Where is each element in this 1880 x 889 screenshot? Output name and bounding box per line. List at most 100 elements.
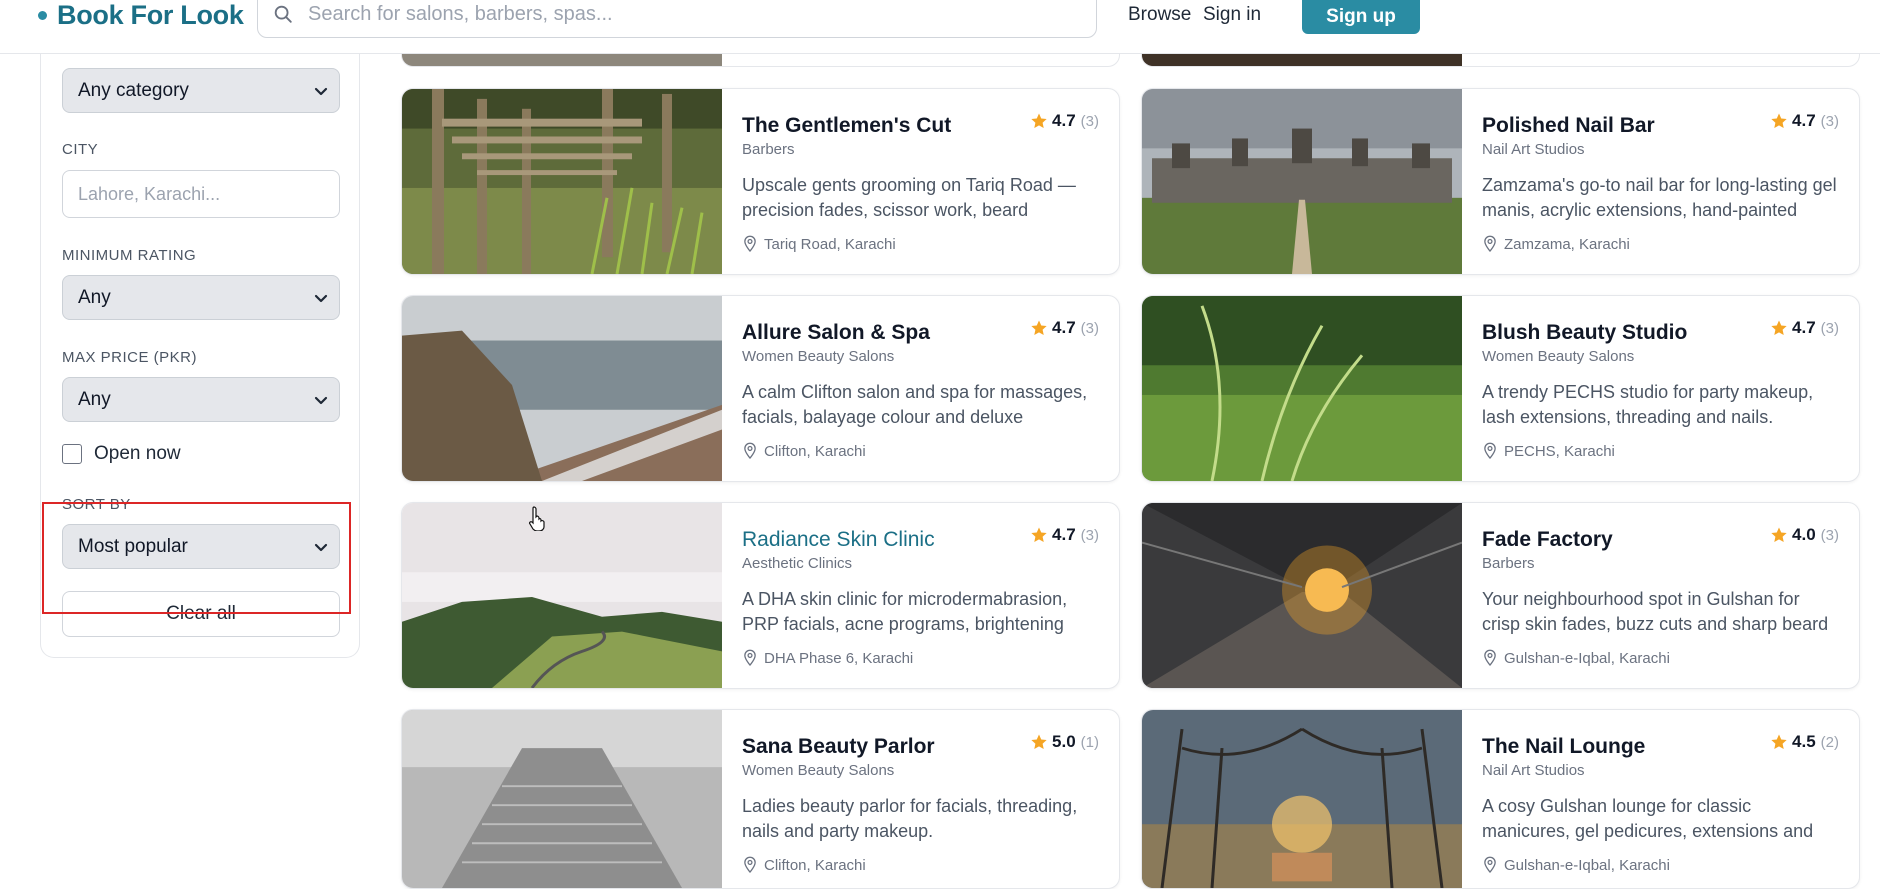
listing-description: A trendy PECHS studio for party makeup, … [1482,382,1814,427]
rating-value: 4.0 [1792,525,1816,544]
rating-count: (3) [1080,112,1099,130]
category-select[interactable]: Any category [62,68,340,113]
open-now-toggle[interactable]: Open now [62,443,181,465]
location-pin-icon [742,856,758,874]
chevron-down-icon [313,539,329,555]
listing-location-text: DHA Phase 6, Karachi [764,649,914,667]
star-icon [1770,526,1788,544]
listing-rating: 4.7 (3) [1030,111,1099,131]
listing-location: Gulshan-e-Iqbal, Karachi [1482,649,1670,667]
max-price-label: MAX PRICE (PKR) [62,349,198,366]
rating-count: (3) [1080,319,1099,337]
search-input[interactable] [308,2,1068,26]
chevron-down-icon [313,83,329,99]
listing-rating: 5.0 (1) [1030,732,1099,752]
city-label: CITY [62,141,99,158]
rating-count: (1) [1080,733,1099,751]
rating-value: 4.7 [1052,525,1076,544]
nav-browse-link[interactable]: Browse [1128,4,1191,26]
listing-category: Women Beauty Salons [742,762,895,779]
listing-card[interactable]: The Nail Lounge Nail Art Studios A cosy … [1141,709,1860,889]
listing-rating: 4.7 (3) [1030,525,1099,545]
logo[interactable]: Book For Look [38,0,244,30]
min-rating-value: Any [78,286,111,308]
listing-location-text: Clifton, Karachi [764,442,866,460]
star-icon [1030,733,1048,751]
listing-card[interactable]: Sana Beauty Parlor Women Beauty Salons L… [401,709,1120,889]
star-icon [1770,319,1788,337]
sort-select[interactable]: Most popular [62,524,340,569]
min-rating-select[interactable]: Any [62,275,340,320]
listing-category: Nail Art Studios [1482,762,1585,779]
grass-photo [1142,296,1462,481]
signup-button[interactable]: Sign up [1302,0,1420,34]
listing-location: Clifton, Karachi [742,856,866,874]
listing-location-text: Gulshan-e-Iqbal, Karachi [1504,856,1670,874]
listing-card[interactable]: The Gentlemen's Cut Barbers Upscale gent… [401,88,1120,275]
hand-cursor-icon [529,506,545,531]
max-price-value: Any [78,388,111,410]
listing-location: Clifton, Karachi [742,442,866,460]
listing-location: Tariq Road, Karachi [742,235,896,253]
listing-category: Women Beauty Salons [1482,348,1635,365]
rating-value: 5.0 [1052,732,1076,751]
rating-value: 4.7 [1792,111,1816,130]
star-icon [1770,112,1788,130]
sort-value: Most popular [78,535,188,557]
listing-card[interactable]: Allure Salon & Spa Women Beauty Salons A… [401,295,1120,482]
listing-category: Nail Art Studios [1482,141,1585,158]
listing-card[interactable]: Fade Factory Barbers Your neighbourhood … [1141,502,1860,689]
location-pin-icon [1482,442,1498,460]
location-pin-icon [742,235,758,253]
train-station-photo [1142,503,1462,688]
listing-location: PECHS, Karachi [1482,442,1615,460]
listing-description: Your neighbourhood spot in Gulshan for c… [1482,589,1829,634]
listing-description: A DHA skin clinic for microdermabrasion,… [742,589,1068,634]
listing-rating: 4.7 (3) [1030,318,1099,338]
clear-all-button[interactable]: Clear all [62,591,340,637]
listing-rating: 4.7 (3) [1770,318,1839,338]
min-rating-label: MINIMUM RATING [62,247,197,264]
location-pin-icon [742,442,758,460]
open-now-label: Open now [94,443,181,464]
city-input[interactable]: Lahore, Karachi... [62,170,340,218]
listing-description: Ladies beauty parlor for facials, thread… [742,796,1078,841]
rating-count: (2) [1820,733,1839,751]
search-icon [274,5,292,23]
listing-category: Barbers [742,141,795,158]
listing-rating: 4.5 (2) [1770,732,1839,752]
listing-description: A calm Clifton salon and spa for massage… [742,382,1088,427]
tree-avenue-photo [1142,710,1462,888]
star-icon [1030,112,1048,130]
logo-text: Book For Look [57,0,244,30]
listing-location-text: Clifton, Karachi [764,856,866,874]
logo-dot-icon [38,10,47,20]
rating-value: 4.7 [1052,111,1076,130]
listing-card[interactable]: Polished Nail Bar Nail Art Studios Zamza… [1141,88,1860,275]
nav-signin-link[interactable]: Sign in [1203,4,1261,26]
listing-location-text: PECHS, Karachi [1504,442,1615,460]
search-bar[interactable] [257,0,1097,38]
listing-description: A cosy Gulshan lounge for classic manicu… [1482,796,1814,841]
open-now-checkbox[interactable] [62,444,82,464]
rating-value: 4.5 [1792,732,1816,751]
max-price-select[interactable]: Any [62,377,340,422]
star-icon [1030,319,1048,337]
rating-value: 4.7 [1792,318,1816,337]
rating-value: 4.7 [1052,318,1076,337]
listing-card[interactable]: Blush Beauty Studio Women Beauty Salons … [1141,295,1860,482]
listing-rating: 4.0 (3) [1770,525,1839,545]
listing-card[interactable]: Radiance Skin Clinic Aesthetic Clinics A… [401,502,1120,689]
beach-cliff-photo [402,296,722,481]
listing-rating: 4.7 (3) [1770,111,1839,131]
chevron-down-icon [313,290,329,306]
listing-location: DHA Phase 6, Karachi [742,649,913,667]
listing-location: Gulshan-e-Iqbal, Karachi [1482,856,1670,874]
listing-description: Zamzama's go-to nail bar for long-lastin… [1482,175,1837,220]
listing-location-text: Gulshan-e-Iqbal, Karachi [1504,649,1670,667]
rating-count: (3) [1080,526,1099,544]
top-header: Book For Look Browse Sign in Sign up [0,0,1880,54]
listing-location-text: Zamzama, Karachi [1504,235,1630,253]
location-pin-icon [742,649,758,667]
rating-count: (3) [1820,112,1839,130]
